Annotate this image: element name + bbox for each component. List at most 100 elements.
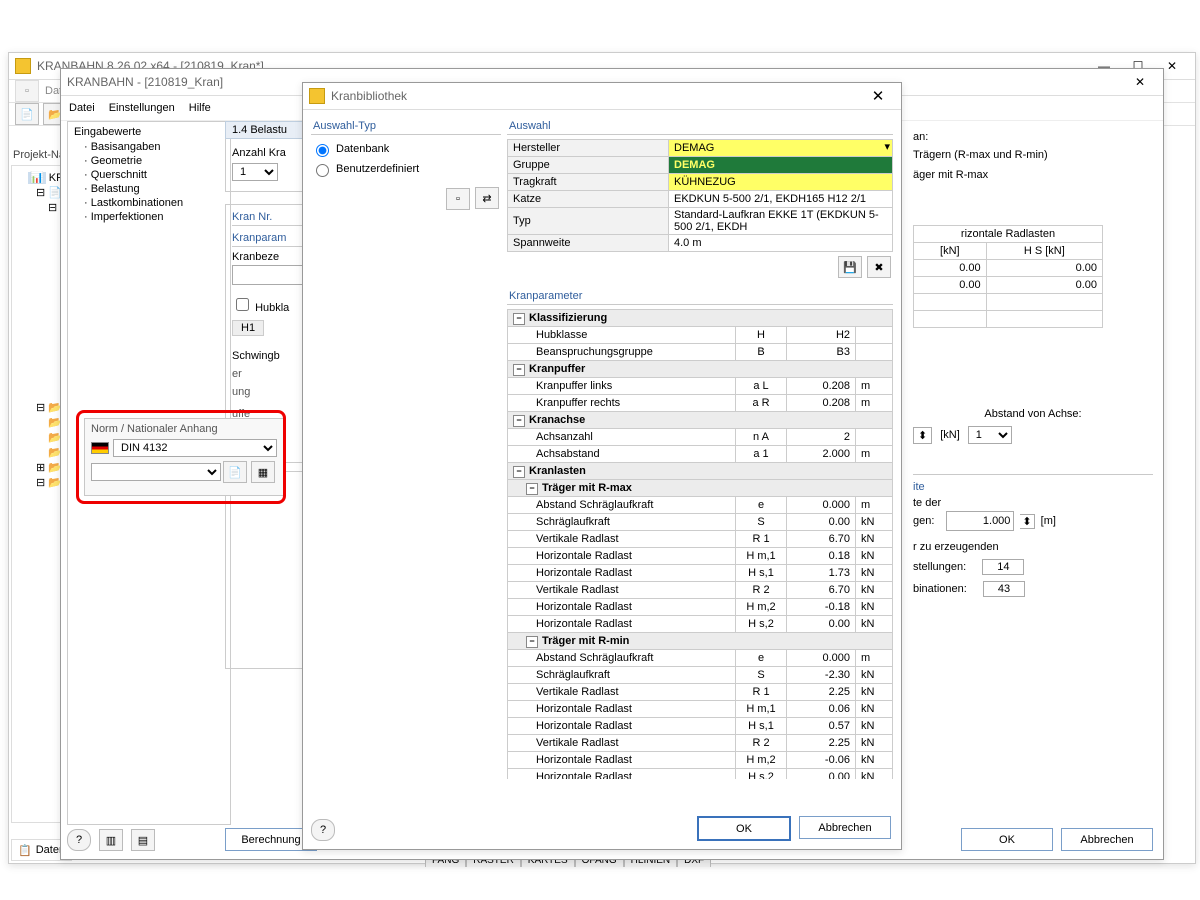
param-value[interactable]: -2.30 <box>787 667 856 684</box>
param-unit: kN <box>856 701 893 718</box>
group-header[interactable]: −Kranlasten <box>508 463 893 480</box>
cancel-button[interactable]: Abbrechen <box>799 816 891 839</box>
param-symbol: H <box>736 327 787 344</box>
param-label: Vertikale Radlast <box>508 582 736 599</box>
delete-button[interactable]: ✖ <box>867 256 891 278</box>
param-unit: kN <box>856 548 893 565</box>
param-value[interactable]: 0.00 <box>787 514 856 531</box>
toolbar-button[interactable]: ▤ <box>131 829 155 851</box>
param-value[interactable]: H2 <box>787 327 856 344</box>
param-unit: kN <box>856 531 893 548</box>
param-value[interactable]: 0.000 <box>787 497 856 514</box>
ok-button[interactable]: OK <box>961 828 1053 851</box>
group-header[interactable]: −Klassifizierung <box>508 310 893 327</box>
param-label: Horizontale Radlast <box>508 701 736 718</box>
nav-item[interactable]: · Geometrie <box>84 154 224 168</box>
param-value[interactable]: 6.70 <box>787 582 856 599</box>
help-button[interactable]: ? <box>67 829 91 851</box>
field-value[interactable]: 4.0 m <box>669 235 893 252</box>
cancel-button[interactable]: Abbrechen <box>1061 828 1153 851</box>
toolbar-button[interactable]: ▫ <box>15 80 39 102</box>
param-label: Vertikale Radlast <box>508 531 736 548</box>
param-value[interactable]: 1.73 <box>787 565 856 582</box>
menu-hilfe[interactable]: Hilfe <box>189 102 211 114</box>
param-symbol: H m,1 <box>736 701 787 718</box>
param-value[interactable]: 2.000 <box>787 446 856 463</box>
param-unit: m <box>856 395 893 412</box>
param-label: Horizontale Radlast <box>508 616 736 633</box>
param-label: Horizontale Radlast <box>508 565 736 582</box>
param-value[interactable]: 0.00 <box>787 769 856 780</box>
param-label: Achsanzahl <box>508 429 736 446</box>
chevron-down-icon[interactable]: ▾ <box>884 140 890 153</box>
nav-item[interactable]: · Belastung <box>84 182 224 196</box>
menu-datei[interactable]: Datei <box>69 102 95 114</box>
save-button[interactable]: 💾 <box>838 256 862 278</box>
panel-kranparam: Kranparameter <box>507 286 893 305</box>
anzahl-select[interactable]: 1 <box>232 163 278 181</box>
param-value[interactable]: 0.06 <box>787 701 856 718</box>
param-value[interactable]: 0.57 <box>787 718 856 735</box>
param-unit: kN <box>856 582 893 599</box>
param-value[interactable]: 0.18 <box>787 548 856 565</box>
nav-item[interactable]: · Lastkombinationen <box>84 196 224 210</box>
param-value[interactable]: 0.000 <box>787 650 856 667</box>
hubkla-check[interactable] <box>236 298 249 311</box>
group-header[interactable]: −Träger mit R-min <box>508 633 893 650</box>
param-symbol: H s,2 <box>736 616 787 633</box>
project-label: Projekt-Na <box>13 149 65 161</box>
group-header[interactable]: −Träger mit R-max <box>508 480 893 497</box>
nav-item[interactable]: · Imperfektionen <box>84 210 224 224</box>
param-value[interactable]: -0.06 <box>787 752 856 769</box>
group-header[interactable]: −Kranachse <box>508 412 893 429</box>
param-value[interactable]: 0.208 <box>787 378 856 395</box>
param-unit: m <box>856 650 893 667</box>
param-value[interactable]: 0.00 <box>787 616 856 633</box>
achse-select[interactable]: 1 <box>968 426 1012 444</box>
radio-benutzer[interactable]: Benutzerdefiniert <box>311 159 501 179</box>
toolbar-button[interactable]: 📄 <box>223 461 247 483</box>
close-icon[interactable]: ✕ <box>1123 75 1157 89</box>
field-value[interactable]: DEMAG▾ <box>669 140 893 157</box>
spinner[interactable]: ⬍ <box>913 427 932 444</box>
toolbar-button[interactable]: ⇄ <box>475 187 499 209</box>
field-value[interactable]: EKDKUN 5-500 2/1, EKDH165 H12 2/1 <box>669 191 893 208</box>
param-value[interactable]: 2.25 <box>787 684 856 701</box>
param-unit: kN <box>856 752 893 769</box>
field-value[interactable]: KÜHNEZUG <box>669 174 893 191</box>
nav-item[interactable]: · Basisangaben <box>84 140 224 154</box>
param-value[interactable]: -0.18 <box>787 599 856 616</box>
field-value[interactable]: Standard-Laufkran EKKE 1T (EKDKUN 5-500 … <box>669 208 893 235</box>
menu-einstellungen[interactable]: Einstellungen <box>109 102 175 114</box>
param-label: Horizontale Radlast <box>508 752 736 769</box>
param-symbol: n A <box>736 429 787 446</box>
value-input[interactable] <box>946 511 1014 531</box>
param-value[interactable]: 2.25 <box>787 735 856 752</box>
param-label: Schräglaufkraft <box>508 514 736 531</box>
param-value[interactable]: 2 <box>787 429 856 446</box>
help-button[interactable]: ? <box>311 819 335 841</box>
ok-button[interactable]: OK <box>697 816 791 841</box>
param-symbol: H m,1 <box>736 548 787 565</box>
toolbar-button[interactable]: ▦ <box>251 461 275 483</box>
app-icon <box>15 58 31 74</box>
group-header[interactable]: −Kranpuffer <box>508 361 893 378</box>
norm-select[interactable]: DIN 4132 <box>113 439 277 457</box>
param-unit: kN <box>856 735 893 752</box>
field-value[interactable]: DEMAG <box>669 157 893 174</box>
param-label: Horizontale Radlast <box>508 718 736 735</box>
nav-item[interactable]: · Querschnitt <box>84 168 224 182</box>
param-value[interactable]: 6.70 <box>787 531 856 548</box>
toolbar-button[interactable]: ▫ <box>446 188 470 210</box>
param-value[interactable]: 0.208 <box>787 395 856 412</box>
field-label: Gruppe <box>508 157 669 174</box>
param-value[interactable]: B3 <box>787 344 856 361</box>
h1-cell: H1 <box>232 320 264 336</box>
close-icon[interactable]: ✕ <box>861 87 895 105</box>
param-label: Hubklasse <box>508 327 736 344</box>
toolbar-button[interactable]: ▥ <box>99 829 123 851</box>
toolbar-new[interactable]: 📄 <box>15 103 39 125</box>
param-label: Horizontale Radlast <box>508 548 736 565</box>
radio-datenbank[interactable]: Datenbank <box>311 139 501 159</box>
norm-sub-select[interactable] <box>91 463 221 481</box>
